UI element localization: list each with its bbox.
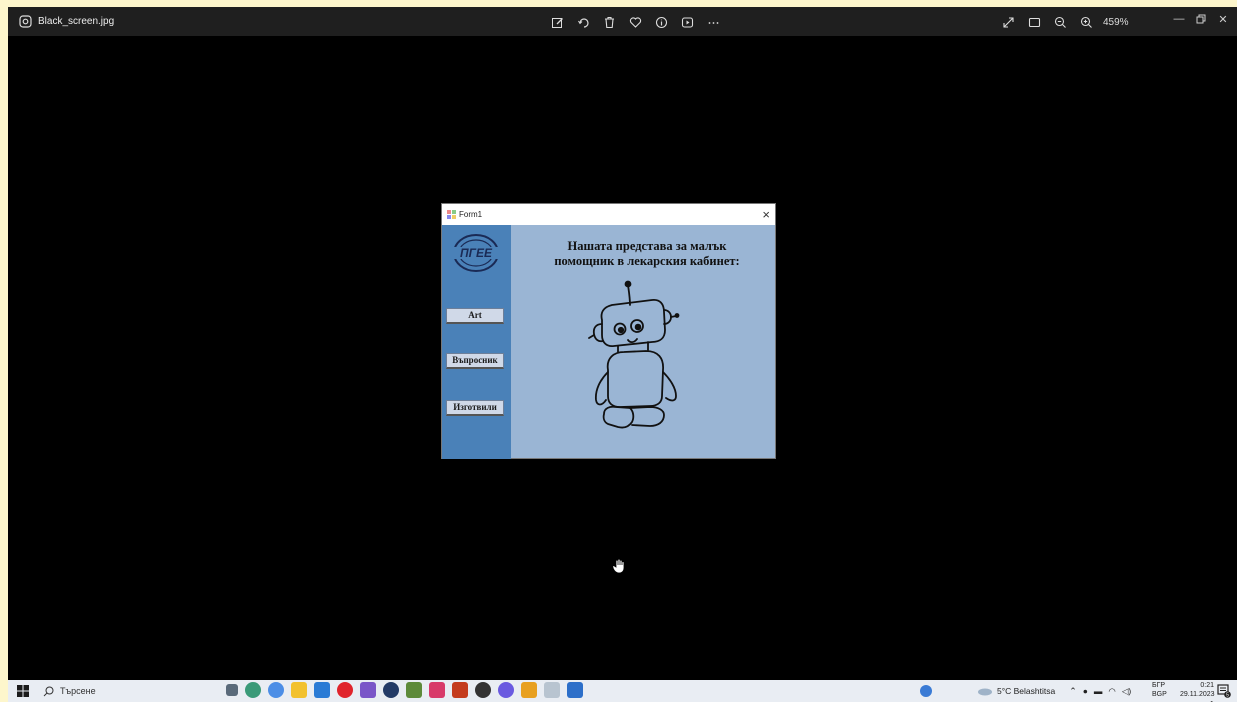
favorite-icon[interactable] <box>622 12 648 32</box>
volume-icon[interactable]: ◁) <box>1122 686 1131 697</box>
heading-line-1: Нашата представа за малък <box>567 239 727 253</box>
form1-titlebar: Form1 × <box>442 204 775 225</box>
wifi-icon[interactable]: ◠ <box>1108 686 1115 697</box>
notification-count: 5 <box>1226 693 1229 699</box>
questionnaire-button[interactable]: Въпросник <box>446 353 504 369</box>
task-view-icon[interactable] <box>226 684 238 696</box>
hand-cursor-icon <box>612 558 625 574</box>
form-sidebar: ПГЕЕ Art Въпросник Изготвили <box>442 225 511 459</box>
taskbar: Търсене 5°C Belashtitsa ⌃ ● ▬ ◠ ◁) БГР B… <box>8 680 1237 702</box>
info-icon[interactable] <box>648 12 674 32</box>
restore-button[interactable] <box>1190 9 1212 29</box>
minimize-button[interactable]: — <box>1168 9 1190 29</box>
clock-time: 0:21 <box>1200 682 1214 689</box>
language-indicator[interactable]: БГР BGP <box>1152 681 1167 699</box>
art-button[interactable]: Art <box>446 308 504 324</box>
powerpoint-icon[interactable] <box>452 682 468 698</box>
edge-icon[interactable] <box>245 682 261 698</box>
svg-text:ПГЕЕ: ПГЕЕ <box>460 246 493 260</box>
viewer-titlebar: Black_screen.jpg 459% — ✕ <box>8 7 1237 36</box>
photo-viewer-window: Black_screen.jpg 459% — ✕ Form1 × ПГЕЕ A… <box>8 7 1237 680</box>
tray-expand-icon[interactable]: ⌃ <box>1069 686 1077 697</box>
notification-icon[interactable]: 5 <box>1217 684 1231 698</box>
store-icon[interactable] <box>314 682 330 698</box>
app-icon-pink[interactable] <box>429 682 445 698</box>
app-icon-orange[interactable] <box>521 682 537 698</box>
more-icon[interactable] <box>700 12 726 32</box>
form-heading: Нашата представа за малък помощник в лек… <box>522 239 772 269</box>
restore-icon <box>1196 14 1206 24</box>
form1-window: Form1 × ПГЕЕ Art Въпросник Изготвили Наш… <box>441 203 776 459</box>
window-controls: — ✕ <box>1168 9 1234 29</box>
authors-button[interactable]: Изготвили <box>446 400 504 416</box>
zoom-level[interactable]: 459% <box>1103 17 1129 28</box>
search-icon <box>43 686 54 696</box>
app-icon-purple[interactable] <box>498 682 514 698</box>
file-explorer-icon[interactable] <box>291 682 307 698</box>
photos-app-icon <box>19 15 32 28</box>
edit-icon[interactable] <box>544 12 570 32</box>
zoom-in-icon[interactable] <box>1073 12 1099 32</box>
lang-bottom: BGP <box>1152 691 1167 698</box>
opera-icon[interactable] <box>337 682 353 698</box>
viewer-zoom-toolbar: 459% <box>995 12 1129 32</box>
heading-line-2: помощник в лекарския кабинет: <box>554 254 740 268</box>
fit-icon[interactable] <box>1021 12 1047 32</box>
rotate-icon[interactable] <box>570 12 596 32</box>
search-placeholder: Търсене <box>60 686 96 696</box>
battery-icon[interactable]: ▬ <box>1094 686 1103 696</box>
slideshow-icon[interactable] <box>674 12 700 32</box>
steam-icon[interactable] <box>383 682 399 698</box>
school-logo: ПГЕЕ <box>451 234 501 272</box>
robot-drawing <box>588 280 680 429</box>
delete-icon[interactable] <box>596 12 622 32</box>
weather-icon <box>978 688 992 696</box>
viewer-toolbar <box>544 12 726 32</box>
taskbar-apps <box>226 682 583 700</box>
windows-start-icon[interactable] <box>17 685 29 697</box>
file-name: Black_screen.jpg <box>38 16 115 27</box>
lang-top: БГР <box>1152 682 1166 689</box>
taskbar-search[interactable]: Търсене <box>43 684 96 698</box>
app-icon-dark[interactable] <box>475 682 491 698</box>
photos-icon[interactable] <box>567 682 583 698</box>
system-tray: 5°C Belashtitsa ⌃ ● ▬ ◠ ◁) <box>920 682 1131 700</box>
microphone-icon[interactable]: ● <box>1083 686 1088 696</box>
form-app-icon <box>447 210 456 219</box>
minecraft-icon[interactable] <box>406 682 422 698</box>
zoom-out-icon[interactable] <box>1047 12 1073 32</box>
form-title: Form1 <box>459 210 483 219</box>
form-close-button[interactable]: × <box>762 207 770 222</box>
weather-text[interactable]: 5°C Belashtitsa <box>997 686 1055 696</box>
chrome-icon[interactable] <box>268 682 284 698</box>
clock-date: 29.11.2023 г. <box>1180 691 1215 702</box>
visual-studio-icon[interactable] <box>360 682 376 698</box>
app-icon-grey[interactable] <box>544 682 560 698</box>
tray-app-icon[interactable] <box>920 685 932 697</box>
close-button[interactable]: ✕ <box>1212 9 1234 29</box>
clock[interactable]: 0:21 29.11.2023 г. <box>1180 681 1215 702</box>
fullscreen-icon[interactable] <box>995 12 1021 32</box>
